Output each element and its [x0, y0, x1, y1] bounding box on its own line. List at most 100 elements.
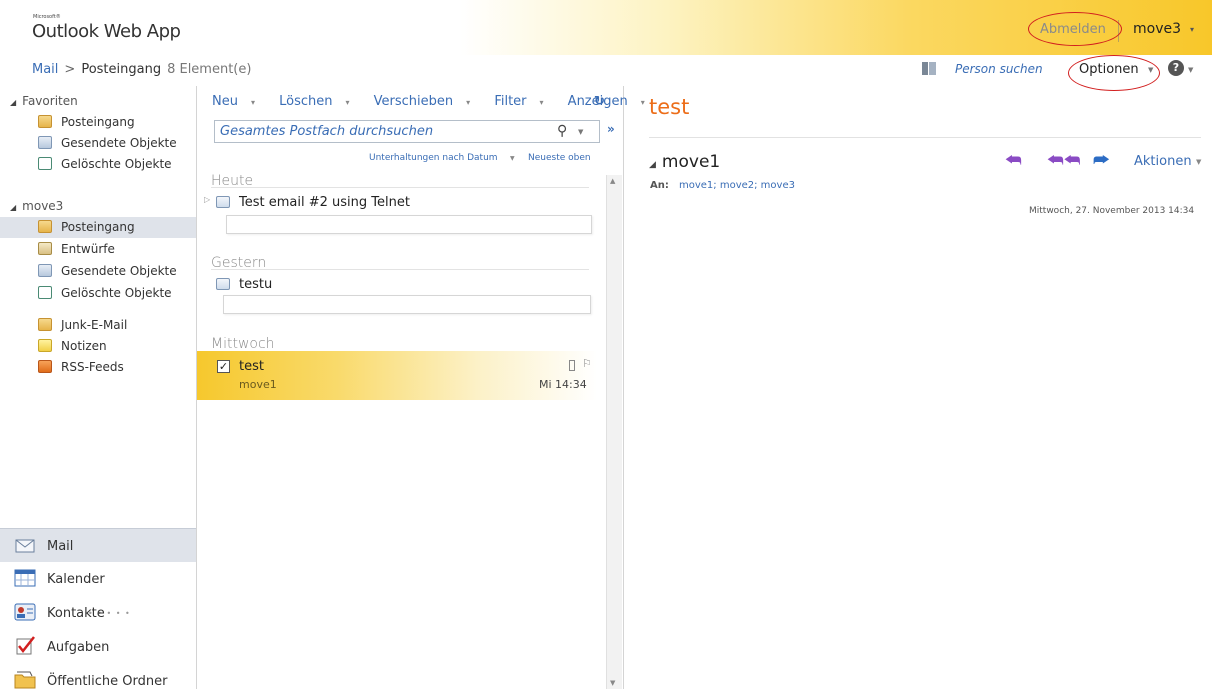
module-public-folders[interactable]: Öffentliche Ordner — [0, 664, 196, 698]
collapse-triangle-icon[interactable]: ◢ — [10, 98, 16, 107]
module-contacts[interactable]: Kontakte — [0, 596, 196, 630]
inbox-folder-icon — [38, 115, 52, 128]
breadcrumb-folder: Posteingang — [81, 62, 162, 77]
delete-button[interactable]: Löschen ▾ — [279, 94, 359, 109]
favorites-item-inbox[interactable]: Posteingang — [0, 112, 196, 133]
sort-by-menu[interactable]: Unterhaltungen nach Datum — [369, 153, 498, 163]
divider — [649, 137, 1201, 138]
expand-search-icon[interactable]: » — [607, 122, 615, 136]
contacts-icon — [14, 603, 36, 621]
favorites-header[interactable]: ◢ Favoriten — [10, 94, 78, 108]
search-input[interactable] — [220, 124, 540, 139]
scroll-down-icon[interactable]: ▼ — [610, 679, 615, 687]
list-item[interactable]: testu — [197, 275, 597, 317]
expand-triangle-icon[interactable]: ▷ — [204, 195, 210, 204]
scroll-up-icon[interactable]: ▲ — [610, 177, 615, 185]
chevron-down-icon[interactable]: ▾ — [251, 98, 255, 107]
chevron-down-icon[interactable]: ▼ — [510, 155, 515, 162]
sent-folder-icon — [38, 264, 52, 277]
chevron-down-icon[interactable]: ▾ — [346, 98, 350, 107]
module-tasks[interactable]: Aufgaben — [0, 630, 196, 664]
help-icon[interactable]: ? — [1168, 60, 1184, 76]
to-label: An: — [650, 180, 669, 191]
breadcrumb-separator: > — [64, 62, 76, 77]
move-button[interactable]: Verschieben ▾ — [374, 94, 481, 109]
chevron-down-icon[interactable]: ▼ — [1196, 158, 1201, 166]
chevron-down-icon[interactable]: ▼ — [578, 128, 583, 136]
divider — [211, 269, 589, 270]
public-folders-icon — [14, 671, 36, 689]
group-header-wednesday: Mittwoch — [211, 336, 275, 352]
calendar-icon — [14, 569, 36, 587]
actions-menu[interactable]: Aktionen — [1134, 154, 1192, 169]
module-mail[interactable]: Mail — [0, 528, 196, 562]
favorites-item-deleted[interactable]: Gelöschte Objekte — [0, 154, 196, 175]
recipients[interactable]: move1; move2; move3 — [679, 180, 795, 191]
reading-pane: test ◢ move1 An: move1; move2; move3 Mitt… — [625, 86, 1212, 689]
message-title: test — [649, 95, 690, 119]
message-subject: test — [239, 359, 264, 374]
inbox-folder-icon — [38, 220, 52, 233]
sort-order-toggle[interactable]: Neueste oben — [528, 153, 591, 163]
person-search-link[interactable]: Person suchen — [955, 62, 1043, 76]
deleted-folder-icon — [38, 157, 52, 170]
search-field[interactable]: ⚲ ▼ — [214, 120, 600, 143]
new-button[interactable]: Neu ▾ — [212, 94, 265, 109]
mailbox-item-sent[interactable]: Gesendete Objekte — [0, 261, 196, 282]
favorites-item-sent[interactable]: Gesendete Objekte — [0, 133, 196, 154]
list-item[interactable]: ▷ Test email #2 using Telnet — [197, 193, 597, 235]
user-menu[interactable]: move3 — [1133, 21, 1181, 37]
message-subject: Test email #2 using Telnet — [239, 195, 410, 210]
filter-button[interactable]: Filter ▾ — [494, 94, 553, 109]
drafts-folder-icon — [38, 242, 52, 255]
message-preview — [226, 215, 592, 234]
breadcrumb-mail[interactable]: Mail — [32, 62, 58, 77]
reply-all-icon[interactable]: ⮪⮪ — [1047, 150, 1080, 171]
chevron-down-icon[interactable]: ▾ — [466, 98, 470, 107]
message-preview — [223, 295, 591, 314]
chevron-down-icon[interactable]: ▾ — [1190, 25, 1194, 34]
flag-icon[interactable]: ⚐ — [582, 357, 592, 370]
collapse-triangle-icon[interactable]: ◢ — [10, 203, 16, 212]
mailbox-item-rss[interactable]: RSS-Feeds — [0, 357, 196, 378]
forward-icon[interactable]: ⮫ — [1093, 150, 1110, 171]
mailbox-item-junk[interactable]: Junk-E-Mail — [0, 315, 196, 336]
brand-small: Microsoft® — [33, 14, 61, 20]
folder-pane: ◢ Favoriten Posteingang Gesendete Objekte… — [0, 88, 196, 689]
reply-icon[interactable]: ⮪ — [1005, 150, 1022, 171]
mailbox-header[interactable]: ◢ move3 — [10, 199, 63, 213]
module-calendar[interactable]: Kalender — [0, 562, 196, 596]
message-time: Mi 14:34 — [539, 378, 587, 391]
refresh-icon[interactable]: ↻ — [594, 94, 605, 109]
message-sender[interactable]: ◢ move1 — [649, 152, 720, 172]
mailbox-item-notes[interactable]: Notizen — [0, 336, 196, 357]
envelope-icon — [216, 196, 230, 208]
collapse-triangle-icon[interactable]: ◢ — [649, 160, 656, 170]
item-count: 8 Element(e) — [167, 62, 252, 77]
rss-folder-icon — [38, 360, 52, 373]
sent-folder-icon — [38, 136, 52, 149]
breadcrumb: Mail > Posteingang 8 Element(e) — [32, 62, 251, 77]
mailbox-item-deleted[interactable]: Gelöschte Objekte — [0, 283, 196, 304]
divider — [211, 187, 589, 188]
message-sender: move1 — [239, 378, 277, 391]
chevron-down-icon[interactable]: ▼ — [1188, 66, 1193, 74]
message-date: Mittwoch, 27. November 2013 14:34 — [1029, 206, 1195, 216]
notes-folder-icon — [38, 339, 52, 352]
deleted-folder-icon — [38, 286, 52, 299]
junk-folder-icon — [38, 318, 52, 331]
annotation-ellipse — [1028, 12, 1122, 46]
category-icon[interactable] — [569, 360, 575, 371]
chevron-down-icon[interactable]: ▾ — [540, 98, 544, 107]
app-logo: Outlook Web App — [32, 21, 181, 42]
mailbox-item-inbox[interactable]: Posteingang — [0, 217, 196, 238]
mailbox-item-drafts[interactable]: Entwürfe — [0, 239, 196, 260]
checkbox[interactable]: ✓ — [217, 360, 230, 373]
search-icon[interactable]: ⚲ — [557, 123, 567, 139]
list-item-selected[interactable]: ✓ test move1 Mi 14:34 ⚐ — [197, 351, 597, 400]
envelope-icon — [216, 278, 230, 290]
message-list-pane: Neu ▾ Löschen ▾ Verschieben ▾ Filter ▾ Anzei… — [196, 86, 645, 689]
tasks-icon — [16, 636, 35, 655]
list-scrollbar[interactable]: ▲ ▼ — [606, 175, 622, 689]
address-book-icon[interactable] — [922, 62, 936, 75]
